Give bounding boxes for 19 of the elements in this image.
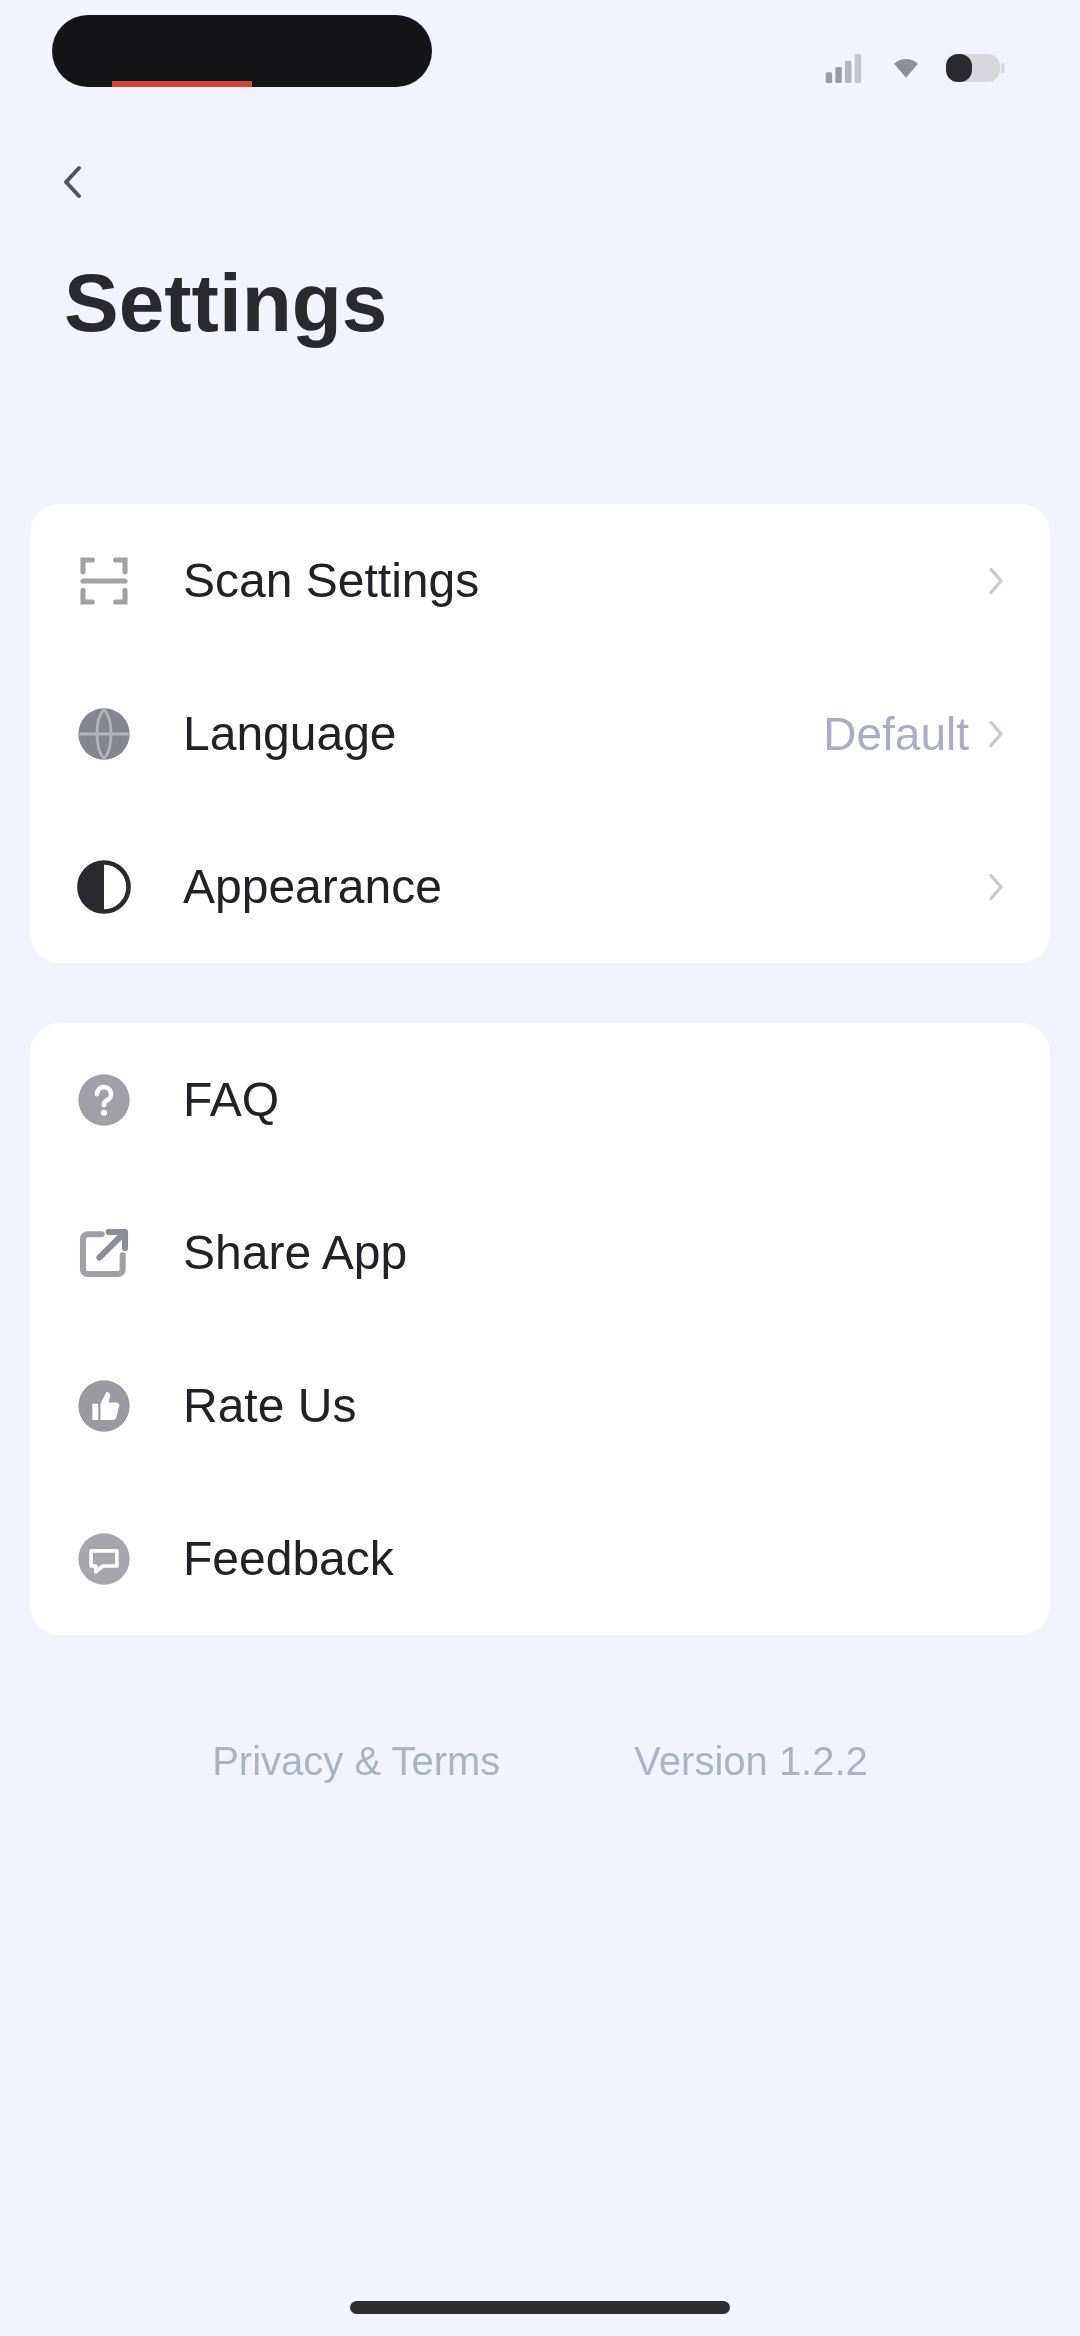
battery-icon (945, 53, 1005, 83)
chat-circle-icon (76, 1530, 132, 1587)
version-text: Version 1.2.2 (634, 1738, 868, 1785)
settings-item[interactable]: Scan Settings (30, 504, 1050, 657)
settings-item[interactable]: Share App (30, 1176, 1050, 1329)
settings-item[interactable]: FAQ (30, 1023, 1050, 1176)
settings-item[interactable]: Appearance (30, 810, 1050, 963)
settings-item[interactable]: Language Default (30, 657, 1050, 810)
chevron-left-icon (62, 165, 82, 199)
settings-item[interactable]: Rate Us (30, 1329, 1050, 1482)
globe-icon (76, 705, 132, 762)
half-circle-icon (76, 858, 132, 915)
wifi-icon (893, 57, 919, 79)
back-button[interactable] (62, 165, 82, 199)
thumbs-up-icon (76, 1377, 132, 1434)
page-title: Settings (64, 257, 388, 349)
settings-item[interactable]: Feedback (30, 1482, 1050, 1635)
value-text: Default (823, 706, 969, 761)
question-circle-icon (76, 1071, 132, 1128)
